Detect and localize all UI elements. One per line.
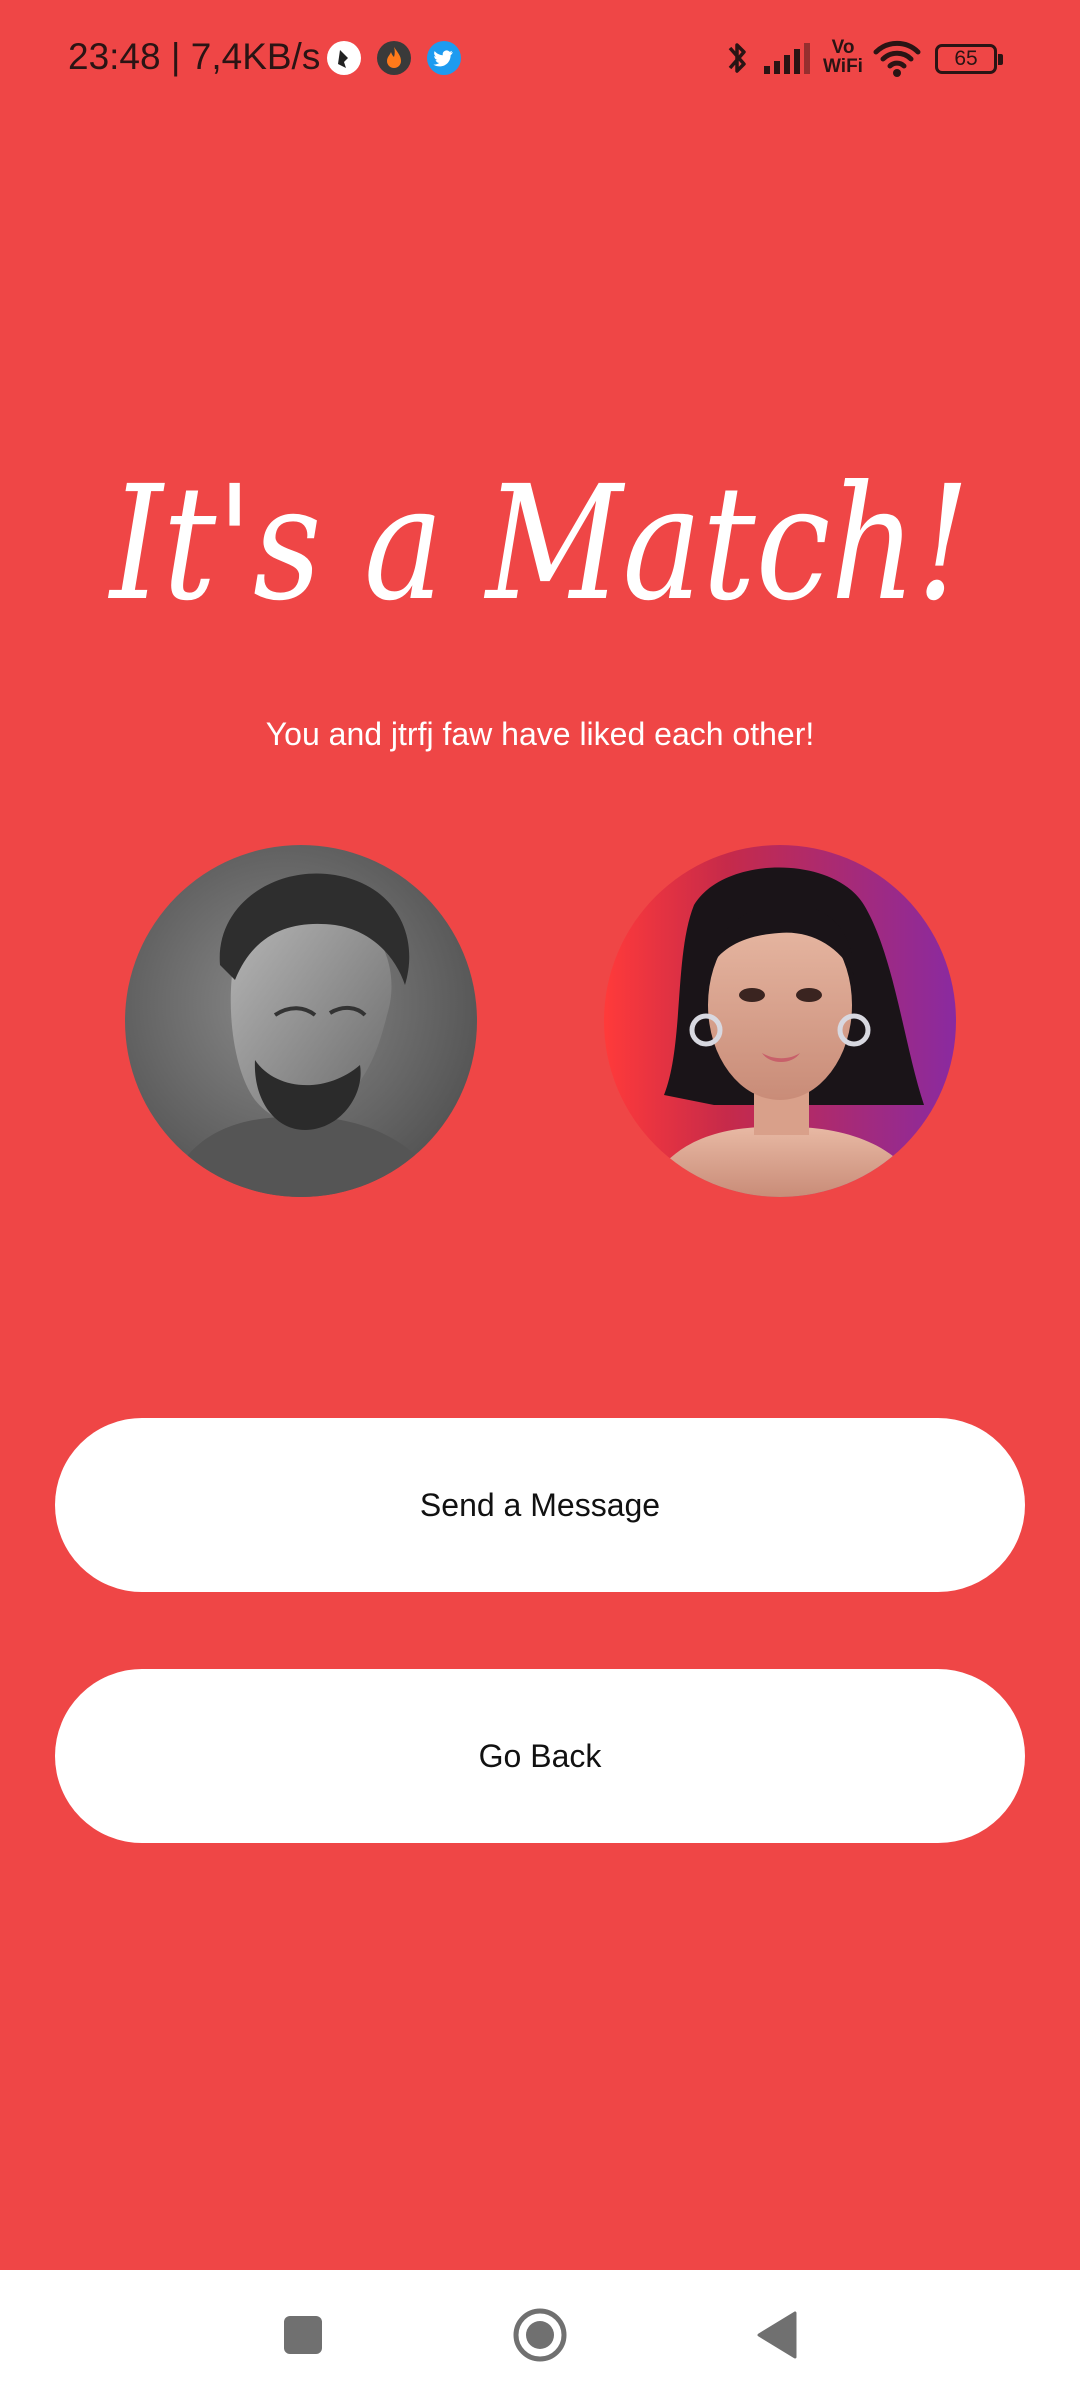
battery-level: 65	[954, 47, 978, 70]
battery-icon: 65	[935, 44, 1003, 74]
status-time-speed: 23:48 | 7,4KB/s	[68, 36, 321, 77]
signal-icon	[762, 34, 814, 84]
wifi-icon	[872, 34, 922, 84]
go-back-button[interactable]: Go Back	[55, 1669, 1025, 1843]
flame-app-icon	[376, 40, 412, 76]
twitter-icon	[426, 40, 462, 76]
recents-button[interactable]	[238, 2270, 368, 2400]
send-message-button[interactable]: Send a Message	[55, 1418, 1025, 1592]
user-avatar[interactable]	[125, 845, 477, 1197]
go-back-label: Go Back	[478, 1737, 602, 1774]
bluetooth-icon	[722, 34, 752, 84]
back-icon	[757, 2311, 797, 2359]
match-title: It's a Match!	[0, 418, 1080, 668]
send-message-label: Send a Message	[419, 1486, 661, 1523]
back-button[interactable]	[712, 2270, 842, 2400]
match-subtitle: You and jtrfj faw have liked each other!	[265, 716, 815, 752]
sound-app-icon	[326, 40, 362, 76]
recents-icon	[284, 2316, 322, 2354]
home-icon	[513, 2308, 567, 2362]
navigation-bar	[0, 2270, 1080, 2400]
match-title-text: It's a Match!	[107, 452, 970, 636]
match-avatar[interactable]	[604, 845, 956, 1197]
vowifi-indicator: Vo WiFi	[823, 37, 863, 77]
status-bar: 23:48 | 7,4KB/s Vo WiFi 65	[0, 0, 1080, 120]
home-button[interactable]	[475, 2270, 605, 2400]
